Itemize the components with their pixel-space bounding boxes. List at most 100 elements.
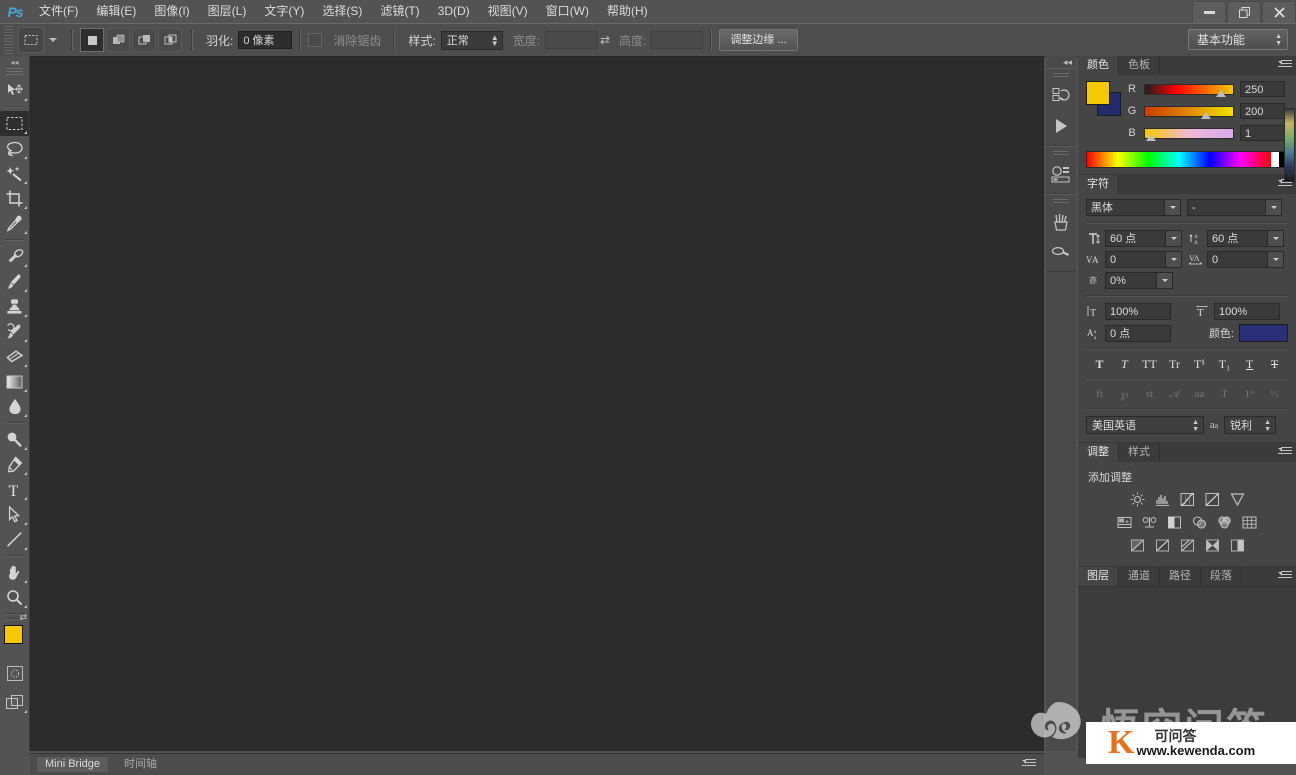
dodge-tool[interactable] — [0, 427, 29, 452]
toolbar-collapse-icon[interactable]: ◂◂ — [0, 56, 29, 68]
channel-knob-b[interactable] — [1145, 133, 1156, 141]
color-panel-menu-icon[interactable] — [1278, 60, 1292, 71]
color-spectrum-ramp[interactable] — [1086, 151, 1288, 168]
opentype-ordinals-button[interactable]: T — [1215, 386, 1234, 402]
opentype-discretionary-ligature-button[interactable]: ℘ — [1115, 386, 1134, 402]
antialias-select[interactable]: 锐利 ▲ ▼ — [1224, 416, 1276, 434]
new-selection-button[interactable] — [80, 28, 104, 52]
invert-icon[interactable] — [1129, 537, 1145, 553]
eyedropper-tool[interactable] — [0, 211, 29, 236]
foreground-color-swatch[interactable] — [4, 625, 23, 644]
tab-paths[interactable]: 路径 — [1160, 567, 1201, 586]
subtract-selection-button[interactable] — [132, 28, 156, 52]
tab-color[interactable]: 颜色 — [1078, 56, 1119, 75]
tab-paragraph[interactable]: 段落 — [1201, 567, 1242, 586]
kerning-chevron-icon[interactable] — [1165, 252, 1181, 267]
width-input[interactable] — [545, 31, 598, 49]
channel-slider-b[interactable] — [1144, 127, 1234, 141]
add-selection-button[interactable] — [106, 28, 130, 52]
menu-item-9[interactable]: 窗口(W) — [537, 0, 598, 23]
type-style-italic-button[interactable]: T — [1115, 356, 1134, 372]
adjustments-panel-menu-icon[interactable] — [1278, 447, 1292, 458]
scale-v-input[interactable]: 100% — [1105, 303, 1171, 320]
path-selection-tool[interactable] — [0, 502, 29, 527]
dock-expand-icon[interactable]: ◂◂ — [1046, 56, 1076, 68]
healing-brush-tool[interactable] — [0, 244, 29, 269]
exposure-icon[interactable] — [1204, 491, 1220, 507]
font-style-select[interactable]: - — [1187, 199, 1282, 216]
restore-button[interactable] — [1227, 1, 1261, 24]
swap-dimensions-icon[interactable]: ⇄ — [597, 32, 613, 48]
channel-knob-r[interactable] — [1215, 89, 1226, 97]
menu-item-2[interactable]: 图像(I) — [145, 0, 198, 23]
selective-color-icon[interactable] — [1229, 537, 1245, 553]
menu-item-8[interactable]: 视图(V) — [479, 0, 537, 23]
tab-styles[interactable]: 样式 — [1119, 443, 1160, 462]
opentype-superior-button[interactable]: 1ˢᵗ — [1240, 386, 1259, 402]
feather-input[interactable]: 0 像素 — [238, 31, 293, 49]
type-style-underline-button[interactable]: T — [1240, 356, 1259, 372]
magic-wand-tool[interactable] — [0, 161, 29, 186]
active-tool-preset-icon[interactable] — [18, 27, 44, 53]
height-input[interactable] — [651, 31, 704, 49]
channel-knob-g[interactable] — [1201, 111, 1212, 119]
text-color-swatch[interactable] — [1239, 324, 1288, 342]
menu-item-10[interactable]: 帮助(H) — [598, 0, 657, 23]
minimize-button[interactable] — [1192, 1, 1226, 24]
history-brush-tool[interactable] — [0, 319, 29, 344]
actions-panel-icon[interactable] — [1046, 111, 1076, 141]
type-style-subscript-button[interactable]: T₁ — [1215, 356, 1234, 372]
brightness-contrast-icon[interactable] — [1129, 491, 1145, 507]
leading-chevron-icon[interactable] — [1267, 231, 1283, 246]
menu-item-3[interactable]: 图层(L) — [199, 0, 256, 23]
menu-item-0[interactable]: 文件(F) — [30, 0, 87, 23]
photo-filter-icon[interactable] — [1192, 514, 1208, 530]
vertical-scale-input[interactable]: 0% — [1105, 272, 1173, 289]
brush-presets-panel-icon[interactable] — [1046, 207, 1076, 237]
history-panel-icon[interactable] — [1046, 81, 1076, 111]
eraser-tool[interactable] — [0, 344, 29, 369]
intersect-selection-button[interactable] — [158, 28, 182, 52]
line-tool[interactable] — [0, 527, 29, 552]
color-balance-icon[interactable] — [1142, 514, 1158, 530]
font-style-chevron-icon[interactable] — [1265, 200, 1281, 215]
tab-swatches[interactable]: 色板 — [1119, 56, 1160, 75]
refine-edge-button[interactable]: 调整边缘 ... — [719, 29, 798, 51]
opentype-titling-button[interactable]: aa — [1190, 386, 1209, 402]
posterize-icon[interactable] — [1154, 537, 1170, 553]
type-tool[interactable]: T — [0, 477, 29, 502]
threshold-icon[interactable] — [1179, 537, 1195, 553]
antialias-checkbox[interactable] — [308, 33, 323, 47]
quick-mask-button[interactable] — [0, 661, 29, 686]
layers-panel-menu-icon[interactable] — [1278, 571, 1292, 582]
mini-bridge-panel-icon[interactable] — [1046, 159, 1076, 189]
gradient-map-icon[interactable] — [1204, 537, 1220, 553]
dock-grip-3[interactable] — [1053, 199, 1069, 205]
hand-tool[interactable] — [0, 560, 29, 585]
channel-mixer-icon[interactable] — [1217, 514, 1233, 530]
toolbar-grip[interactable] — [6, 68, 23, 75]
layers-list[interactable] — [1078, 586, 1296, 757]
tracking-chevron-icon[interactable] — [1267, 252, 1283, 267]
type-style-small-caps-button[interactable]: Tr — [1165, 356, 1184, 372]
menu-item-7[interactable]: 3D(D) — [429, 0, 479, 23]
vibrance-icon[interactable] — [1229, 491, 1245, 507]
crop-tool[interactable] — [0, 186, 29, 211]
menu-item-1[interactable]: 编辑(E) — [87, 0, 145, 23]
levels-icon[interactable] — [1154, 491, 1170, 507]
brush-tool[interactable] — [0, 269, 29, 294]
brush-panel-icon[interactable] — [1046, 237, 1076, 267]
canvas-area[interactable] — [30, 56, 1044, 751]
black-white-icon[interactable] — [1167, 514, 1183, 530]
tab-character[interactable]: 字符 — [1078, 175, 1119, 194]
dock-grip-1[interactable] — [1053, 73, 1069, 79]
type-style-bold-button[interactable]: T — [1090, 356, 1109, 372]
screen-mode-button[interactable] — [0, 690, 29, 715]
opentype-fraction-button[interactable]: ½ — [1265, 386, 1284, 402]
style-select[interactable]: 正常 ▲ ▼ — [440, 30, 503, 50]
pen-tool[interactable] — [0, 452, 29, 477]
language-select[interactable]: 美国英语 ▲ ▼ — [1086, 416, 1204, 434]
type-style-strikethrough-button[interactable]: T — [1265, 356, 1284, 372]
opentype-ligature-button[interactable]: fi — [1090, 386, 1109, 402]
blur-tool[interactable] — [0, 394, 29, 419]
